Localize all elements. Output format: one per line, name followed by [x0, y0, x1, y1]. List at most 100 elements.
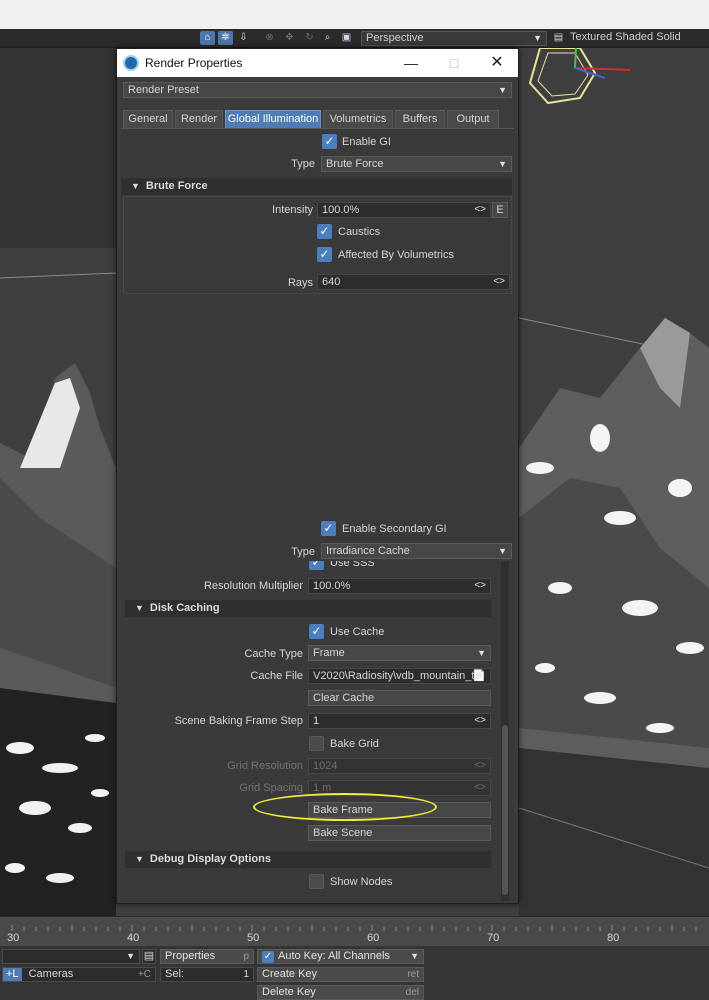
tab-general[interactable]: General: [123, 110, 173, 128]
tick-label: 70: [487, 932, 500, 944]
collapse-caret-icon: ▼: [131, 181, 140, 191]
dialog-title: Render Properties: [145, 56, 243, 70]
tab-volumetrics[interactable]: Volumetrics: [323, 110, 393, 128]
intensity-field[interactable]: 100.0% <>: [317, 202, 491, 218]
delete-key-button[interactable]: Delete Key del: [257, 985, 424, 1000]
spinner-arrows-icon[interactable]: <>: [474, 759, 486, 773]
minimize-icon[interactable]: —: [397, 53, 425, 73]
spinner-arrows-icon[interactable]: <>: [493, 275, 505, 289]
create-key-button[interactable]: Create Key ret: [257, 967, 424, 982]
spinner-arrows-icon[interactable]: <>: [474, 781, 486, 795]
grid-resolution-field[interactable]: 1024 <>: [308, 758, 491, 774]
properties-button[interactable]: Properties p: [160, 949, 254, 964]
tick-label: 40: [127, 932, 140, 944]
download-icon[interactable]: ⇩: [236, 31, 251, 45]
rays-field[interactable]: 640 <>: [317, 274, 510, 290]
spinner-arrows-icon[interactable]: <>: [474, 714, 486, 728]
enable-gi-checkbox[interactable]: ✓: [322, 134, 337, 149]
delete-key-label: Delete Key: [262, 986, 316, 998]
caustics-checkbox[interactable]: ✓: [317, 224, 332, 239]
selection-count: Sel: 1: [160, 967, 254, 982]
timeline-ticks: [11, 925, 697, 931]
camera-view-icon[interactable]: ⌂: [200, 31, 215, 45]
debug-display-section-header[interactable]: ▼ Debug Display Options: [125, 851, 491, 868]
desktop-strip: [0, 0, 709, 29]
enable-secondary-gi-label: Enable Secondary GI: [342, 523, 447, 535]
rotate-icon[interactable]: ⊗: [262, 31, 277, 45]
bake-grid-checkbox[interactable]: [309, 736, 324, 751]
clear-cache-button[interactable]: Clear Cache: [308, 690, 491, 706]
vertical-scrollbar[interactable]: [501, 561, 509, 901]
scene-baking-frame-step-value: 1: [313, 715, 320, 727]
tab-global-illumination[interactable]: Global Illumination: [225, 110, 321, 128]
enable-secondary-gi-checkbox[interactable]: ✓: [321, 521, 336, 536]
secondary-type-value: Irradiance Cache: [326, 545, 410, 557]
bake-scene-button[interactable]: Bake Scene: [308, 825, 491, 841]
viewport-toolbar: ⌂ ✲ ⇩ ⊗ ✥ ↻ ⌕ ▣ Perspective ▼ ▤ Textured…: [0, 29, 709, 48]
file-icon[interactable]: 📄: [472, 669, 486, 683]
resolution-multiplier-field[interactable]: 100.0% <>: [308, 578, 491, 594]
close-icon[interactable]: ✕: [483, 53, 511, 73]
properties-label: Properties: [165, 950, 216, 962]
grid-resolution-value: 1024: [313, 760, 338, 772]
use-sss-checkbox[interactable]: ✓: [309, 561, 324, 570]
shading-mode-value: Textured Shaded Solid: [570, 31, 681, 43]
spinner-arrows-icon[interactable]: <>: [474, 203, 486, 217]
secondary-type-label: Type: [291, 546, 315, 558]
affected-by-volumetrics-label: Affected By Volumetrics: [338, 249, 454, 261]
scene-baking-frame-step-field[interactable]: 1 <>: [308, 713, 491, 729]
zoom-icon[interactable]: ⌕: [320, 31, 335, 45]
maximize-icon[interactable]: ▣: [339, 31, 354, 45]
tick-label: 60: [367, 932, 380, 944]
envelope-button[interactable]: E: [492, 202, 508, 218]
affected-by-volumetrics-checkbox[interactable]: ✓: [317, 247, 332, 262]
scrollbar-thumb[interactable]: [502, 725, 508, 895]
item-list-select[interactable]: ▼: [2, 949, 140, 964]
enable-gi-label: Enable GI: [342, 136, 391, 148]
shading-mode-select[interactable]: Textured Shaded Solid: [566, 31, 709, 46]
tab-render[interactable]: Render: [175, 110, 223, 128]
tick-label: 30: [7, 932, 20, 944]
gi-type-select[interactable]: Brute Force ▼: [321, 156, 512, 172]
tab-output[interactable]: Output: [447, 110, 499, 128]
resolution-multiplier-value: 100.0%: [313, 580, 351, 592]
brute-force-section-header[interactable]: ▼ Brute Force: [121, 178, 512, 195]
show-nodes-label: Show Nodes: [330, 876, 393, 888]
secondary-options-scroll[interactable]: ✓ Use SSS Resolution Multiplier 100.0% <…: [121, 561, 512, 901]
cache-file-field[interactable]: V2020\Radiosity\vdb_mountain_tut 📄: [308, 668, 491, 684]
cache-type-label: Cache Type: [244, 648, 303, 660]
chevron-down-icon: ▼: [498, 159, 507, 169]
disk-caching-section-header[interactable]: ▼ Disk Caching: [125, 600, 491, 617]
properties-shortcut: p: [243, 951, 249, 962]
spinner-arrows-icon[interactable]: <>: [474, 579, 486, 593]
gear-icon[interactable]: ✲: [218, 31, 233, 45]
collapse-caret-icon: ▼: [135, 603, 144, 613]
cache-file-label: Cache File: [250, 670, 303, 682]
create-key-label: Create Key: [262, 968, 318, 980]
cameras-button[interactable]: +L Cameras +C: [2, 967, 156, 982]
maximize-icon[interactable]: □: [440, 53, 468, 73]
cache-type-select[interactable]: Frame ▼: [308, 645, 491, 661]
dialog-titlebar[interactable]: Render Properties — □ ✕: [117, 49, 518, 77]
list-icon[interactable]: ▤: [142, 949, 156, 964]
refresh-icon[interactable]: ↻: [302, 31, 317, 45]
show-nodes-checkbox[interactable]: [309, 874, 324, 889]
bottom-bar: ▼ ▤ Properties p ✓ Auto Key: All Channels…: [0, 946, 709, 1000]
cameras-shortcut: +C: [137, 969, 151, 980]
bake-grid-label: Bake Grid: [330, 738, 379, 750]
secondary-type-select[interactable]: Irradiance Cache ▼: [321, 543, 512, 559]
checkmark-icon: ✓: [262, 951, 274, 963]
rays-value: 640: [322, 276, 341, 288]
tab-buffers[interactable]: Buffers: [395, 110, 445, 128]
sel-value: 1: [243, 969, 249, 980]
render-preset-select[interactable]: Render Preset ▼: [123, 82, 512, 98]
render-preset-value: Render Preset: [128, 84, 199, 96]
auto-key-label: Auto Key: All Channels: [278, 950, 390, 962]
render-properties-dialog: Render Properties — □ ✕ Render Preset ▼ …: [116, 48, 519, 904]
view-mode-select[interactable]: Perspective ▼: [361, 31, 547, 46]
gi-type-label: Type: [291, 158, 315, 170]
move-icon[interactable]: ✥: [282, 31, 297, 45]
use-cache-checkbox[interactable]: ✓: [309, 624, 324, 639]
timeline[interactable]: 30 40 50 60 70 80: [0, 916, 709, 946]
auto-key-select[interactable]: ✓ Auto Key: All Channels ▼: [257, 949, 424, 964]
